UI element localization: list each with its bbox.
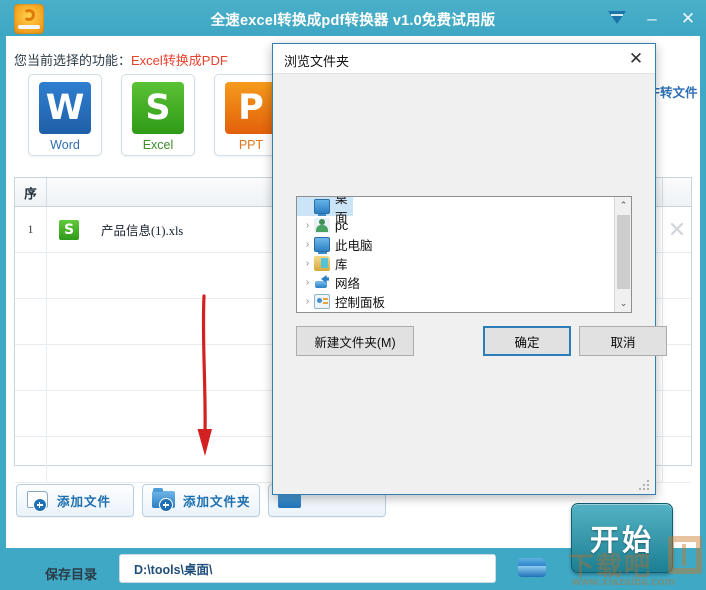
close-icon[interactable]: ✕ <box>668 218 686 241</box>
tree-item-control-panel[interactable]: › 控制面板 <box>297 292 615 311</box>
add-folder-label: 添加文件夹 <box>183 495 251 509</box>
xls-file-icon: S <box>59 219 79 240</box>
tree-item-this-pc[interactable]: › 此电脑 <box>297 235 615 254</box>
this-pc-icon <box>314 237 330 254</box>
tree-item-library[interactable]: › 库 <box>297 254 615 273</box>
dialog-button-row: 新建文件夹(M) 确定 取消 <box>296 326 667 356</box>
row-delete-cell[interactable]: ✕ <box>663 207 691 252</box>
annotation-arrow-icon <box>197 294 212 456</box>
tree-item-label: 此电脑 <box>335 239 373 253</box>
row-index: 1 <box>15 207 47 252</box>
window-title: 全速excel转换成pdf转换器 v1.0免费试用版 <box>210 13 496 29</box>
scrollbar-thumb[interactable] <box>617 215 630 289</box>
selected-function-line: 您当前选择的功能：Excel转换成PDF <box>14 50 228 69</box>
library-icon <box>314 256 330 271</box>
row-index <box>15 391 47 436</box>
dialog-title-bar: 浏览文件夹 ✕ <box>273 44 655 74</box>
column-header-seq: 序 <box>15 178 47 206</box>
start-button[interactable]: 开始 <box>571 503 673 573</box>
tree-item-pc[interactable]: › pc <box>297 216 615 235</box>
cancel-button[interactable]: 取消 <box>579 326 667 356</box>
tree-item-label: pc <box>335 218 349 233</box>
tree-item-label: 网络 <box>335 277 361 291</box>
format-card-label: Word <box>50 138 80 152</box>
tree-item-recycle-bin[interactable]: 回收站 <box>297 311 615 312</box>
column-header-action <box>663 178 691 206</box>
tree-expander[interactable]: › <box>301 220 314 231</box>
format-card-label: Excel <box>142 138 174 152</box>
folder-outline-plus-icon <box>25 490 51 512</box>
control-panel-icon <box>314 294 330 309</box>
folder-blue-plus-icon <box>151 488 177 512</box>
application-window: 全速excel转换成pdf转换器 v1.0免费试用版 – ✕ 您当前选择的功能：… <box>0 0 706 590</box>
browse-folder-dialog: 浏览文件夹 ✕ 桌面 ›pc ›此电脑 ›库 ›网络 ›控制面板 回收站 ›My… <box>272 43 667 495</box>
row-filename: 产品信息(1).xls <box>101 224 184 238</box>
format-card-label: PPT <box>238 138 264 152</box>
format-card-excel[interactable]: S Excel <box>121 74 195 156</box>
tree-expander[interactable]: › <box>301 277 314 288</box>
add-file-label: 添加文件 <box>57 495 112 509</box>
tree-item-label: 库 <box>335 258 348 272</box>
scroll-up-icon[interactable]: ⌃ <box>615 197 631 214</box>
ppt-icon: P <box>225 82 277 134</box>
tree-expander[interactable]: › <box>301 296 314 307</box>
save-dir-label: 保存目录 <box>45 567 98 582</box>
folder-tree-items: 桌面 ›pc ›此电脑 ›库 ›网络 ›控制面板 回收站 ›MyEditor ›… <box>297 197 615 312</box>
word-icon: W <box>39 82 91 134</box>
format-card-word[interactable]: W Word <box>28 74 102 156</box>
row-index <box>15 253 47 298</box>
format-card-list: W Word S Excel P PPT <box>28 74 288 156</box>
row-index <box>15 437 47 482</box>
row-delete-cell <box>663 345 691 390</box>
user-icon <box>314 218 330 233</box>
scroll-down-icon[interactable]: ⌄ <box>615 295 631 312</box>
tree-item-label: 控制面板 <box>335 296 386 310</box>
minimize-button[interactable]: – <box>642 10 662 27</box>
row-delete-cell <box>663 437 691 482</box>
selected-function-prefix: 您当前选择的功能： <box>14 53 132 68</box>
row-delete-cell <box>663 253 691 298</box>
add-folder-button[interactable]: 添加文件夹 <box>142 484 260 517</box>
tree-expander[interactable]: › <box>301 258 314 269</box>
tree-item-desktop[interactable]: 桌面 <box>297 197 353 225</box>
dialog-close-icon[interactable]: ✕ <box>625 48 647 70</box>
folder-open-icon[interactable] <box>518 558 546 580</box>
add-file-button[interactable]: 添加文件 <box>16 484 134 517</box>
ok-button[interactable]: 确定 <box>483 326 571 356</box>
close-button[interactable]: ✕ <box>678 10 698 27</box>
resize-grip-icon[interactable] <box>639 480 650 490</box>
tree-expander[interactable]: › <box>301 239 314 250</box>
excel-icon: S <box>132 82 184 134</box>
desktop-icon <box>314 199 330 216</box>
row-index <box>15 299 47 344</box>
network-icon <box>314 275 330 290</box>
row-delete-cell <box>663 391 691 436</box>
menu-down-icon[interactable] <box>608 10 626 26</box>
selected-function-value: Excel转换成PDF <box>131 53 228 68</box>
dialog-title: 浏览文件夹 <box>284 54 350 69</box>
title-bar: 全速excel转换成pdf转换器 v1.0免费试用版 – ✕ <box>0 0 706 36</box>
save-dir-input[interactable]: D:\tools\桌面\ <box>119 554 496 583</box>
watermark-url: www.xiazaiba.com <box>572 576 676 588</box>
row-delete-cell <box>663 299 691 344</box>
folder-tree[interactable]: 桌面 ›pc ›此电脑 ›库 ›网络 ›控制面板 回收站 ›MyEditor ›… <box>296 196 632 313</box>
window-controls: – ✕ <box>608 6 698 30</box>
tree-item-network[interactable]: › 网络 <box>297 273 615 292</box>
new-folder-button[interactable]: 新建文件夹(M) <box>296 326 414 356</box>
tree-scrollbar[interactable]: ⌃ ⌄ <box>614 197 631 312</box>
tree-item-label: 回收站 <box>335 311 373 312</box>
dialog-body: 桌面 ›pc ›此电脑 ›库 ›网络 ›控制面板 回收站 ›MyEditor ›… <box>273 74 667 494</box>
row-index <box>15 345 47 390</box>
